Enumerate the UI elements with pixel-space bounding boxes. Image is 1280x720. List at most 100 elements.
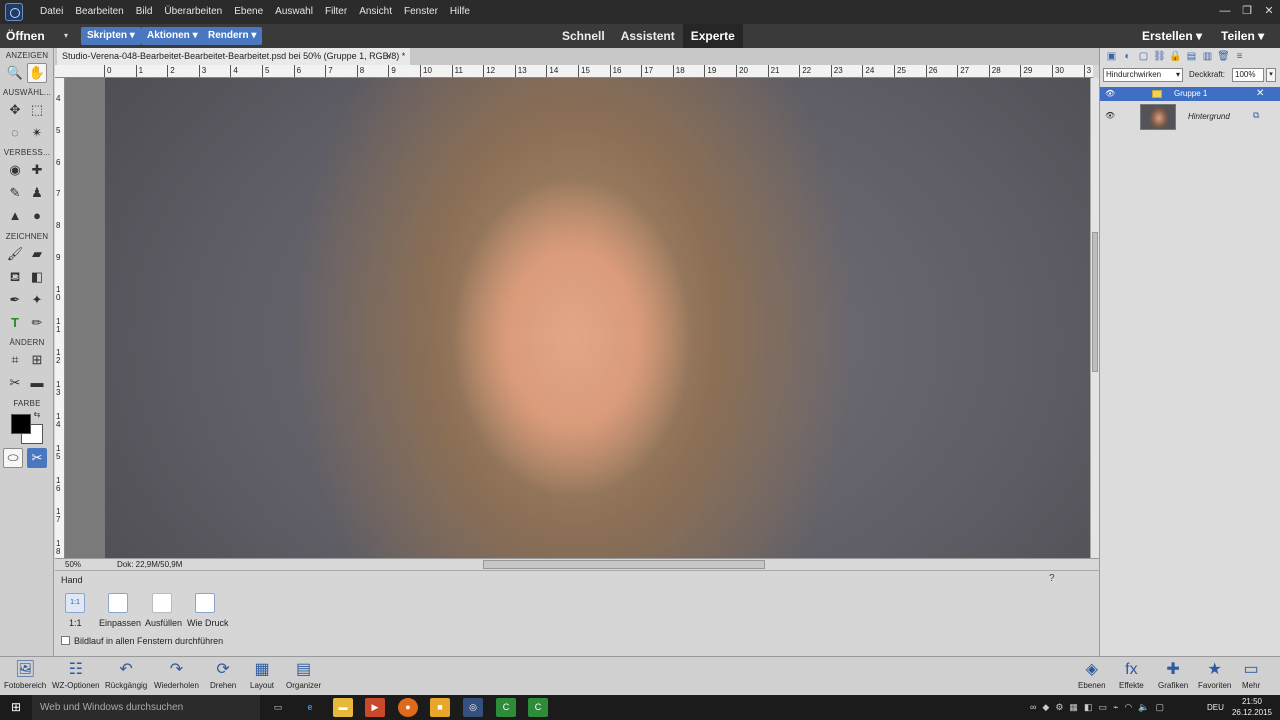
menu-fenster[interactable]: Fenster (398, 0, 444, 24)
wiederholen-button[interactable]: ↷ Wiederholen (154, 657, 199, 696)
firefox-icon[interactable]: ● (398, 698, 418, 717)
image-canvas[interactable] (65, 78, 1090, 558)
layer-mask-icon[interactable]: ▢ (1137, 50, 1150, 63)
hand-tool-icon[interactable]: ✋ (27, 63, 47, 83)
lock-all-icon[interactable]: ▤ (1185, 50, 1198, 63)
drehen-button[interactable]: ⟳ Drehen (210, 657, 236, 696)
app-icon-green-2[interactable]: C (528, 698, 548, 717)
create-button[interactable]: Erstellen ▾ (1142, 24, 1202, 48)
blend-mode-select[interactable]: Hindurchwirken (1103, 68, 1183, 82)
foreground-color-swatch[interactable] (11, 414, 31, 434)
menu-hilfe[interactable]: Hilfe (444, 0, 476, 24)
photoshop-elements-taskbar-icon[interactable]: ◎ (463, 698, 483, 717)
portrait-photo[interactable] (105, 78, 1090, 558)
swap-colors-icon[interactable]: ⇆ (32, 410, 42, 420)
layer-group-row[interactable]: 👁 Gruppe 1 ✕ (1100, 87, 1280, 101)
tray-network-icon[interactable]: ▦ (1069, 695, 1078, 720)
grafiken-button[interactable]: ✚ Grafiken (1158, 657, 1188, 696)
print-size-button[interactable] (195, 593, 215, 613)
task-view-icon[interactable]: ▭ (268, 698, 288, 717)
windows-start-icon[interactable]: ⊞ (0, 695, 32, 720)
open-dropdown-icon[interactable]: ▾ (64, 24, 68, 48)
eyedropper-icon[interactable]: ✒ (5, 290, 25, 310)
wz-optionen-button[interactable]: ☷ WZ-Optionen (52, 657, 100, 696)
red-eye-tool-icon[interactable]: ◉ (5, 160, 25, 180)
menu-datei[interactable]: Datei (34, 0, 69, 24)
tab-assistent[interactable]: Assistent (613, 24, 683, 48)
maximize-icon[interactable]: ❐ (1236, 0, 1258, 24)
group-icon[interactable]: ▥ (1201, 50, 1214, 63)
tray-security-icon[interactable]: ◧ (1084, 695, 1093, 720)
opacity-dropdown-icon[interactable]: ▾ (1266, 68, 1276, 82)
menu-filter[interactable]: Filter (319, 0, 353, 24)
adjustment-layer-icon[interactable]: ◐ (1121, 50, 1134, 63)
menu-bild[interactable]: Bild (130, 0, 159, 24)
tray-settings-icon[interactable]: ⚙ (1055, 695, 1063, 720)
ebenen-button[interactable]: ◈ Ebenen (1078, 657, 1106, 696)
vertical-scrollbar[interactable] (1090, 78, 1099, 558)
opacity-input[interactable]: 100% (1232, 68, 1264, 82)
tray-app-icon[interactable]: ◆ (1042, 695, 1049, 720)
lock-icon[interactable]: 🔒 (1169, 50, 1182, 63)
scripts-button[interactable]: Skripten ▾ (81, 27, 141, 45)
menu-auswahl[interactable]: Auswahl (269, 0, 319, 24)
horizontal-scroll-thumb[interactable] (483, 560, 765, 569)
menu-ueberarbeiten[interactable]: Überarbeiten (158, 0, 228, 24)
eraser-tool-icon[interactable]: ▰ (27, 244, 47, 264)
fotobereich-button[interactable]: 🖼 Fotobereich (4, 657, 46, 696)
app-icon-green[interactable]: C (496, 698, 516, 717)
edge-browser-icon[interactable]: e (300, 698, 320, 717)
effekte-button[interactable]: fx Effekte (1119, 657, 1144, 696)
menu-ansicht[interactable]: Ansicht (353, 0, 398, 24)
tray-notification-icon[interactable]: ▢ (1155, 695, 1164, 720)
scroll-all-windows-checkbox[interactable] (61, 636, 70, 645)
app-icon-yellow[interactable]: ■ (430, 698, 450, 717)
gradient-tool-icon[interactable]: ◧ (27, 267, 47, 287)
open-button[interactable]: Öffnen (6, 24, 45, 48)
layer-style-icon[interactable]: ⧉ (1253, 110, 1259, 121)
minimize-icon[interactable]: — (1214, 0, 1236, 24)
close-window-icon[interactable]: ✕ (1258, 0, 1280, 24)
layer-row[interactable]: 👁 Hintergrund ⧉ (1100, 101, 1280, 131)
straighten-tool-icon[interactable]: ▬ (27, 373, 47, 393)
file-explorer-icon[interactable]: ▬ (333, 698, 353, 717)
smart-brush-icon[interactable]: ✎ (5, 183, 25, 203)
app-logo-icon[interactable] (5, 3, 23, 21)
magic-wand-icon[interactable]: ✴ (27, 123, 47, 143)
media-app-icon[interactable]: ▶ (365, 698, 385, 717)
fill-screen-button[interactable] (152, 593, 172, 613)
document-tab[interactable]: Studio-Verena-048-Bearbeitet-Bearbeitet-… (57, 48, 411, 65)
shape-tool-icon[interactable]: ✦ (27, 290, 47, 310)
pencil-tool-icon[interactable]: ✏ (27, 313, 47, 333)
actual-pixels-button[interactable]: 1:1 (65, 593, 85, 613)
tray-wifi-icon[interactable]: ◠ (1124, 695, 1132, 720)
recompose-tool-icon[interactable]: ⊞ (27, 350, 47, 370)
type-tool-icon[interactable]: T (5, 313, 25, 333)
actions-button[interactable]: Aktionen ▾ (141, 27, 204, 45)
render-button[interactable]: Rendern ▾ (202, 27, 263, 45)
organizer-button[interactable]: ▤ Organizer (286, 657, 321, 696)
crop-tool-icon[interactable]: ⌗ (5, 350, 25, 370)
mehr-button[interactable]: ▭ Mehr (1242, 657, 1260, 696)
tray-link-icon[interactable]: ∞ (1030, 695, 1036, 720)
panel-menu-icon[interactable]: ≡ (1233, 50, 1246, 63)
tool-options-mode-icon[interactable]: ⬭ (3, 448, 23, 468)
blur-tool-icon[interactable]: ▲ (5, 206, 25, 226)
menu-bearbeiten[interactable]: Bearbeiten (69, 0, 129, 24)
lasso-tool-icon[interactable]: ◌ (5, 123, 25, 143)
trash-icon[interactable]: 🗑 (1217, 50, 1230, 63)
help-icon[interactable]: ? (1049, 573, 1055, 584)
marquee-tool-icon[interactable]: ⬚ (27, 100, 47, 120)
favoriten-button[interactable]: ★ Favoriten (1198, 657, 1231, 696)
tool-mode-alt-icon[interactable]: ✂ (27, 448, 47, 468)
tab-experte[interactable]: Experte (682, 24, 743, 48)
visibility-eye-icon[interactable]: 👁 (1105, 111, 1115, 120)
close-tab-icon[interactable]: × (386, 48, 391, 65)
vertical-scroll-thumb[interactable] (1092, 232, 1098, 372)
sponge-tool-icon[interactable]: ● (27, 206, 47, 226)
layout-button[interactable]: ▦ Layout (250, 657, 274, 696)
clone-stamp-icon[interactable]: ♟ (27, 183, 47, 203)
tray-display-icon[interactable]: ▭ (1098, 695, 1107, 720)
tab-schnell[interactable]: Schnell (554, 24, 613, 48)
taskbar-clock[interactable]: 21:50 26.12.2015 (1232, 696, 1272, 718)
